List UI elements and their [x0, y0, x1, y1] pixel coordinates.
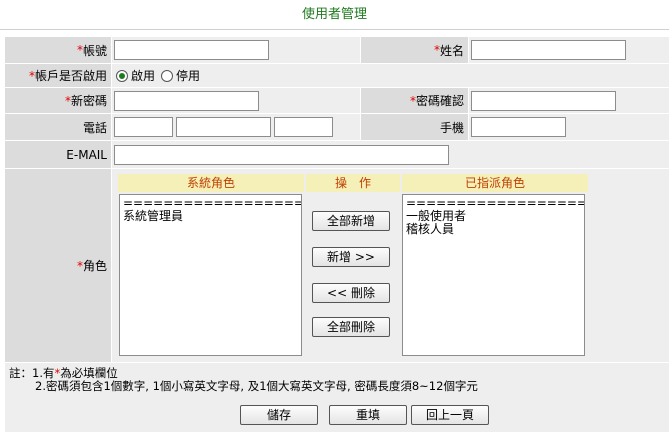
radio-enable-label: 啟用: [131, 69, 156, 83]
phone-ext-input[interactable]: [274, 117, 333, 137]
account-input[interactable]: [114, 40, 269, 60]
note-password-rule: 2.密碼須包含1個數字, 1個小寫英文字母, 及1個大寫英文字母, 密碼長度須8…: [35, 379, 478, 393]
row-email: E-MAIL: [5, 141, 669, 168]
enabled-radio-group: 啟用 停用: [112, 67, 206, 84]
row-phone: 電話 手機: [5, 114, 669, 140]
account-label: * 帳號: [5, 37, 111, 63]
confirm-password-label-text: 密碼確認: [415, 94, 464, 108]
name-label: * 姓名: [361, 37, 468, 63]
assigned-roles-list[interactable]: ==================== 一般使用者 稽核人員: [402, 194, 585, 356]
mobile-label: 手機: [361, 114, 468, 140]
email-input[interactable]: [114, 144, 449, 165]
radio-enable-option[interactable]: 啟用: [116, 67, 155, 84]
radio-disable-label: 停用: [176, 69, 201, 83]
new-password-cell: [112, 88, 360, 113]
remove-all-button[interactable]: 全部刪除: [312, 317, 390, 337]
add-button[interactable]: 新增 >>: [312, 247, 390, 267]
phone-cell: [112, 114, 360, 140]
account-label-text: 帳號: [82, 43, 107, 58]
save-button[interactable]: 儲存: [240, 405, 318, 425]
remove-button[interactable]: << 刪除: [312, 283, 390, 303]
list-item[interactable]: 稽核人員: [406, 223, 581, 236]
role-label-text: 角色: [82, 259, 107, 273]
email-label-text: E-MAIL: [66, 147, 107, 162]
assigned-roles-header: 已指派角色: [402, 174, 588, 192]
reset-button[interactable]: 重填: [329, 405, 407, 425]
radio-enable[interactable]: [116, 69, 128, 82]
list-item[interactable]: 系統管理員: [123, 210, 298, 223]
mobile-cell: [469, 114, 669, 140]
mobile-label-text: 手機: [439, 120, 464, 135]
system-roles-header: 系統角色: [118, 174, 304, 192]
phone-label-text: 電話: [82, 120, 107, 135]
account-cell: [112, 37, 360, 63]
name-input[interactable]: [471, 40, 626, 60]
row-account-name: * 帳號 * 姓名: [5, 37, 669, 63]
radio-disable-option[interactable]: 停用: [161, 67, 200, 84]
confirm-password-input[interactable]: [471, 90, 616, 111]
add-all-button[interactable]: 全部新增: [312, 211, 390, 231]
row-enabled: * 帳戶是否啟用 啟用 停用: [5, 64, 669, 87]
new-password-label-text: 新密碼: [70, 94, 107, 108]
email-cell: [112, 141, 669, 168]
mobile-input[interactable]: [471, 117, 566, 137]
operation-header: 操 作: [306, 174, 400, 192]
radio-disable[interactable]: [161, 69, 174, 82]
confirm-password-cell: [469, 88, 669, 113]
phone-label: 電話: [5, 114, 111, 140]
new-password-label: * 新密碼: [5, 88, 111, 113]
email-label: E-MAIL: [5, 141, 111, 168]
notes-section: 註：1.有*為必填欄位 2.密碼須包含1個數字, 1個小寫英文字母, 及1個大寫…: [5, 363, 669, 432]
new-password-input[interactable]: [114, 90, 259, 111]
enabled-label-text: 帳戶是否啟用: [34, 69, 107, 83]
phone-area-input[interactable]: [114, 117, 173, 137]
row-password: * 新密碼 * 密碼確認: [5, 88, 669, 113]
enabled-label: * 帳戶是否啟用: [5, 64, 111, 87]
system-roles-list[interactable]: ==================== 系統管理員: [119, 194, 302, 356]
enabled-cell: 啟用 停用: [112, 64, 669, 87]
phone-number-input[interactable]: [176, 117, 271, 137]
confirm-password-label: * 密碼確認: [361, 88, 468, 113]
name-cell: [469, 37, 669, 63]
name-label-text: 姓名: [439, 43, 464, 58]
role-cell: 系統角色 操 作 已指派角色 ==================== 系統管理…: [112, 169, 669, 362]
role-label: * 角色: [5, 169, 111, 362]
page-title: 使用者管理: [0, 0, 669, 30]
row-role: *角色 系統角色 操 作 已指派角色 ==================== …: [5, 169, 669, 362]
back-button[interactable]: 回上一頁: [411, 405, 489, 425]
